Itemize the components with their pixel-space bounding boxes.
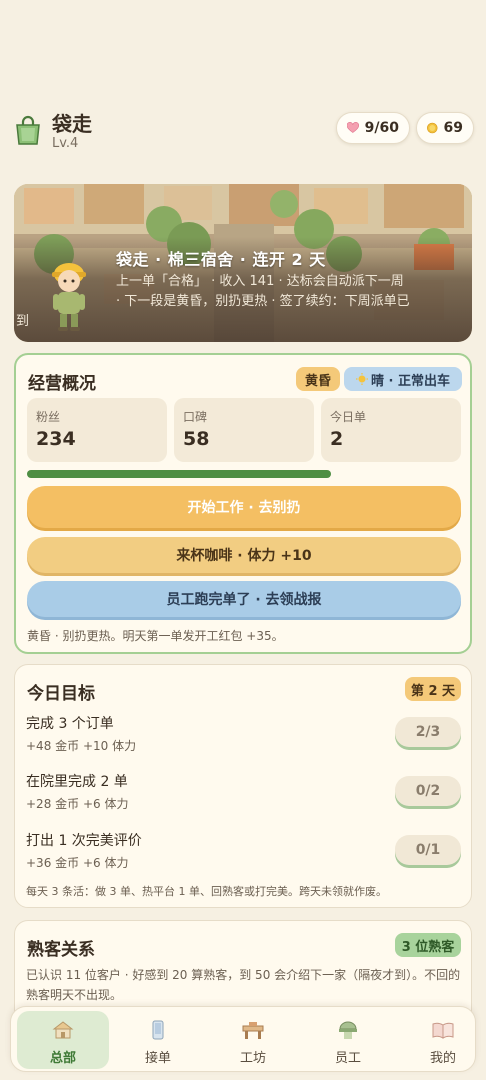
daily-goals-card: 今日目标 第 2 天 完成 3 个订单 +48 金币 +10 体力 2/3 在院… (14, 664, 472, 908)
overview-title: 经营概况 (28, 374, 96, 394)
coins-value: 69 (443, 120, 463, 136)
stat-label: 粉丝 (36, 410, 61, 424)
nav-label: 接单 (144, 1051, 171, 1066)
hero-desc-line-3: 到 (16, 314, 30, 329)
overview-note: 黄昏 · 别扔更热。明天第一单发开工红包 +35。 (27, 629, 284, 643)
nav-item-workshop[interactable]: 工坊 (207, 1011, 299, 1069)
daily-progress-bar (27, 470, 461, 478)
stat-value: 2 (330, 428, 344, 450)
heart-icon (347, 121, 359, 133)
stat-value: 58 (183, 428, 210, 450)
goal-reward: +28 金币 +6 体力 (26, 797, 129, 811)
nav-item-hq[interactable]: 总部 (17, 1011, 109, 1069)
time-of-day-badge: 黄昏 (296, 367, 340, 391)
hero-banner: 袋走 · 棉三宿舍 · 连开 2 天 上一单「合格」 · 收入 141 · 达标… (14, 184, 472, 342)
goal-progress-button[interactable]: 0/2 (395, 776, 461, 806)
hq-icon (52, 1021, 74, 1039)
coffee-button[interactable]: 来杯咖啡 · 体力 +10 (27, 537, 461, 573)
stat-label: 口碑 (183, 410, 208, 424)
weather-text: 晴 · 正常出车 (371, 373, 450, 389)
weather-badge: 晴 · 正常出车 (344, 367, 462, 391)
courier-avatar (52, 263, 86, 331)
hearts-value: 9/60 (364, 120, 399, 136)
nav-label: 总部 (49, 1051, 76, 1066)
overview-card: 经营概况 黄昏 晴 · 正常出车 粉丝 234 口碑 58 今日单 2 开始工作… (14, 353, 472, 654)
book-icon (432, 1022, 454, 1039)
regulars-count-badge: 3 位熟客 (395, 933, 461, 957)
stat-value: 234 (36, 428, 76, 450)
nav-label: 员工 (334, 1051, 361, 1066)
phone-icon (152, 1020, 164, 1040)
collect-report-button[interactable]: 员工跑完单了 · 去领战报 (27, 581, 461, 617)
goal-progress-button[interactable]: 2/3 (395, 717, 461, 747)
shopping-bag-icon (16, 115, 40, 145)
hero-desc-line-2: · 下一段是黄昏，别扔更热 · 签了续约：下周派单已 (116, 294, 410, 309)
bottom-nav: 总部 接单 工坊 员工 我的 (10, 1006, 476, 1072)
start-work-button[interactable]: 开始工作 · 去别扔 (27, 486, 461, 528)
workbench-icon (242, 1022, 264, 1039)
stat-fans: 粉丝 234 (27, 398, 167, 462)
stat-orders-today: 今日单 2 (321, 398, 461, 462)
nav-label: 工坊 (239, 1051, 266, 1066)
goal-reward: +36 金币 +6 体力 (26, 856, 129, 870)
hero-desc-line-1: 上一单「合格」 · 收入 141 · 达标会自动派下一周 (116, 274, 404, 289)
nav-item-profile[interactable]: 我的 (397, 1011, 486, 1069)
regulars-description: 已认识 11 位客户 · 好感到 20 算熟客，到 50 会介绍下一家（隔夜才到… (26, 968, 461, 1002)
goal-name: 打出 1 次完美评价 (26, 833, 142, 849)
sun-icon (356, 373, 368, 385)
hearts-counter[interactable]: 9/60 (336, 112, 410, 144)
hero-title: 袋走 · 棉三宿舍 · 连开 2 天 (116, 250, 326, 269)
goals-title: 今日目标 (27, 684, 95, 704)
stat-label: 今日单 (330, 410, 367, 424)
goal-progress-button[interactable]: 0/1 (395, 835, 461, 865)
goal-name: 在院里完成 2 单 (26, 774, 128, 790)
hero-description: 上一单「合格」 · 收入 141 · 达标会自动派下一周 · 下一段是黄昏，别扔… (16, 272, 464, 329)
nav-label: 我的 (429, 1051, 456, 1066)
coin-icon (427, 122, 438, 134)
level-label: Lv.4 (52, 136, 79, 151)
nav-item-staff[interactable]: 员工 (302, 1011, 394, 1069)
stat-reputation: 口碑 58 (174, 398, 314, 462)
day-badge: 第 2 天 (405, 677, 461, 701)
app-title: 袋走 (52, 112, 92, 136)
regulars-title: 熟客关系 (27, 940, 95, 960)
progress-fill (27, 470, 331, 478)
goals-note: 每天 3 条活：做 3 单、热平台 1 单、回熟客或打完美。跨天未领就作废。 (26, 885, 387, 898)
header: 袋走 Lv.4 9/60 69 (14, 108, 474, 154)
staff-icon (339, 1021, 357, 1039)
coins-counter[interactable]: 69 (416, 112, 474, 144)
goal-reward: +48 金币 +10 体力 (26, 739, 137, 753)
nav-item-orders[interactable]: 接单 (112, 1011, 204, 1069)
goal-name: 完成 3 个订单 (26, 716, 114, 732)
